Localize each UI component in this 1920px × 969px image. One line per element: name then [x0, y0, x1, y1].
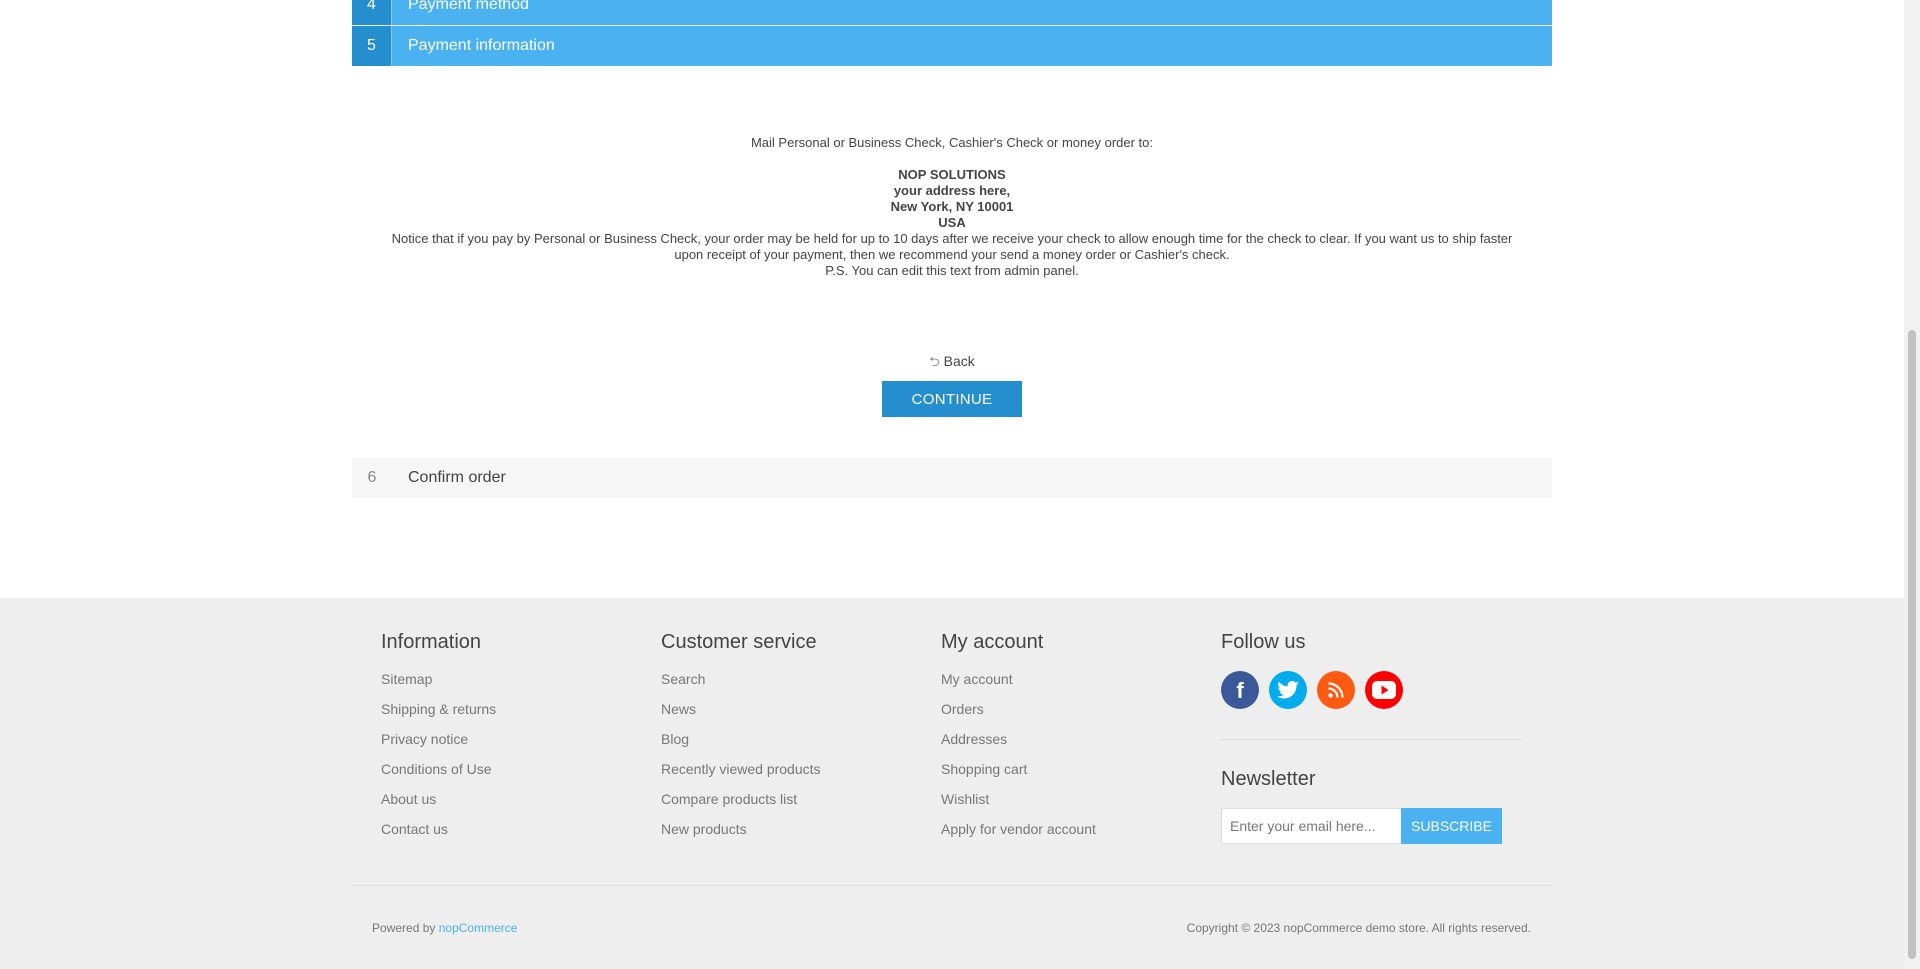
step-confirm-order[interactable]: 6 Confirm order [352, 458, 1552, 498]
footer-link-contact-us[interactable]: Contact us [381, 821, 641, 851]
footer-link-addresses[interactable]: Addresses [941, 731, 1201, 761]
footer-link-new-products[interactable]: New products [661, 821, 921, 851]
footer-link-blog[interactable]: Blog [661, 731, 921, 761]
footer-heading: Information [381, 631, 482, 653]
footer-link-vendor-account[interactable]: Apply for vendor account [941, 821, 1201, 851]
footer-link-compare-products[interactable]: Compare products list [661, 791, 921, 821]
footer-my-account: My account My account Orders Addresses S… [941, 631, 1201, 851]
page-scrollbar[interactable] [1904, 0, 1920, 969]
address-line: USA [938, 215, 966, 230]
step-payment-method[interactable]: 4 Payment method [352, 0, 1552, 25]
footer-link-shipping-returns[interactable]: Shipping & returns [381, 701, 641, 731]
footer-link-conditions-of-use[interactable]: Conditions of Use [381, 761, 641, 791]
facebook-icon[interactable]: f [1221, 671, 1259, 709]
step-number: 6 [367, 469, 377, 486]
footer-link-orders[interactable]: Orders [941, 701, 1201, 731]
address-line: NOP SOLUTIONS [898, 167, 1006, 182]
footer-link-list: Sitemap Shipping & returns Privacy notic… [381, 671, 641, 851]
newsletter-email-input[interactable] [1221, 808, 1401, 844]
footer-link-sitemap[interactable]: Sitemap [381, 671, 641, 701]
footer-link-privacy-notice[interactable]: Privacy notice [381, 731, 641, 761]
social-links: f [1221, 671, 1521, 709]
back-label: Back [943, 353, 975, 369]
newsletter-form: SUBSCRIBE [1221, 808, 1521, 844]
back-arrow-icon: ⮌ [929, 354, 940, 369]
copyright: Copyright © 2023 nopCommerce demo store.… [1186, 921, 1531, 935]
payment-intro: Mail Personal or Business Check, Cashier… [750, 135, 1154, 150]
nopcommerce-link[interactable]: nopCommerce [439, 921, 518, 935]
footer-link-list: Search News Blog Recently viewed product… [661, 671, 921, 851]
payment-info-panel: Mail Personal or Business Check, Cashier… [352, 135, 1552, 279]
step-payment-information[interactable]: 5 Payment information [352, 26, 1552, 66]
back-link[interactable]: ⮌ Back [0, 353, 1904, 375]
footer: Information Sitemap Shipping & returns P… [0, 598, 1904, 969]
footer-heading: Follow us [1221, 631, 1306, 653]
step-title: Confirm order [408, 469, 506, 486]
footer-link-search[interactable]: Search [661, 671, 921, 701]
footer-divider [352, 885, 1552, 886]
footer-link-wishlist[interactable]: Wishlist [941, 791, 1201, 821]
payment-notice: Notice that if you pay by Personal or Bu… [391, 231, 1513, 262]
powered-by: Powered by nopCommerce [372, 921, 517, 935]
svg-text:f: f [1236, 678, 1244, 703]
footer-link-my-account[interactable]: My account [941, 671, 1201, 701]
footer-link-about-us[interactable]: About us [381, 791, 641, 821]
address-line: your address here, [893, 183, 1011, 198]
address-line: New York, NY 10001 [890, 199, 1014, 214]
footer-link-list: My account Orders Addresses Shopping car… [941, 671, 1201, 851]
step-title: Payment method [408, 0, 529, 13]
footer-link-news[interactable]: News [661, 701, 921, 731]
footer-customer-service: Customer service Search News Blog Recent… [661, 631, 921, 851]
step-number: 4 [352, 0, 392, 25]
footer-divider [1221, 739, 1521, 740]
newsletter-heading: Newsletter [1221, 768, 1316, 790]
footer-link-recently-viewed[interactable]: Recently viewed products [661, 761, 921, 791]
footer-heading: Customer service [661, 631, 817, 653]
payment-ps: P.S. You can edit this text from admin p… [825, 263, 1079, 278]
step-number: 5 [352, 26, 392, 66]
footer-information: Information Sitemap Shipping & returns P… [381, 631, 641, 851]
youtube-icon[interactable] [1365, 671, 1403, 709]
powered-by-prefix: Powered by [372, 921, 436, 935]
checkout-page: 4 Payment method 5 Payment information M… [0, 0, 1904, 969]
subscribe-button[interactable]: SUBSCRIBE [1401, 808, 1502, 844]
footer-follow-us: Follow us f Newsletter SUBSCRIBE [1221, 631, 1521, 844]
step-title: Payment information [408, 37, 555, 54]
continue-button[interactable]: CONTINUE [882, 381, 1022, 417]
rss-icon[interactable] [1317, 671, 1355, 709]
footer-link-shopping-cart[interactable]: Shopping cart [941, 761, 1201, 791]
footer-heading: My account [941, 631, 1044, 653]
twitter-icon[interactable] [1269, 671, 1307, 709]
scrollbar-thumb[interactable] [1908, 330, 1916, 959]
